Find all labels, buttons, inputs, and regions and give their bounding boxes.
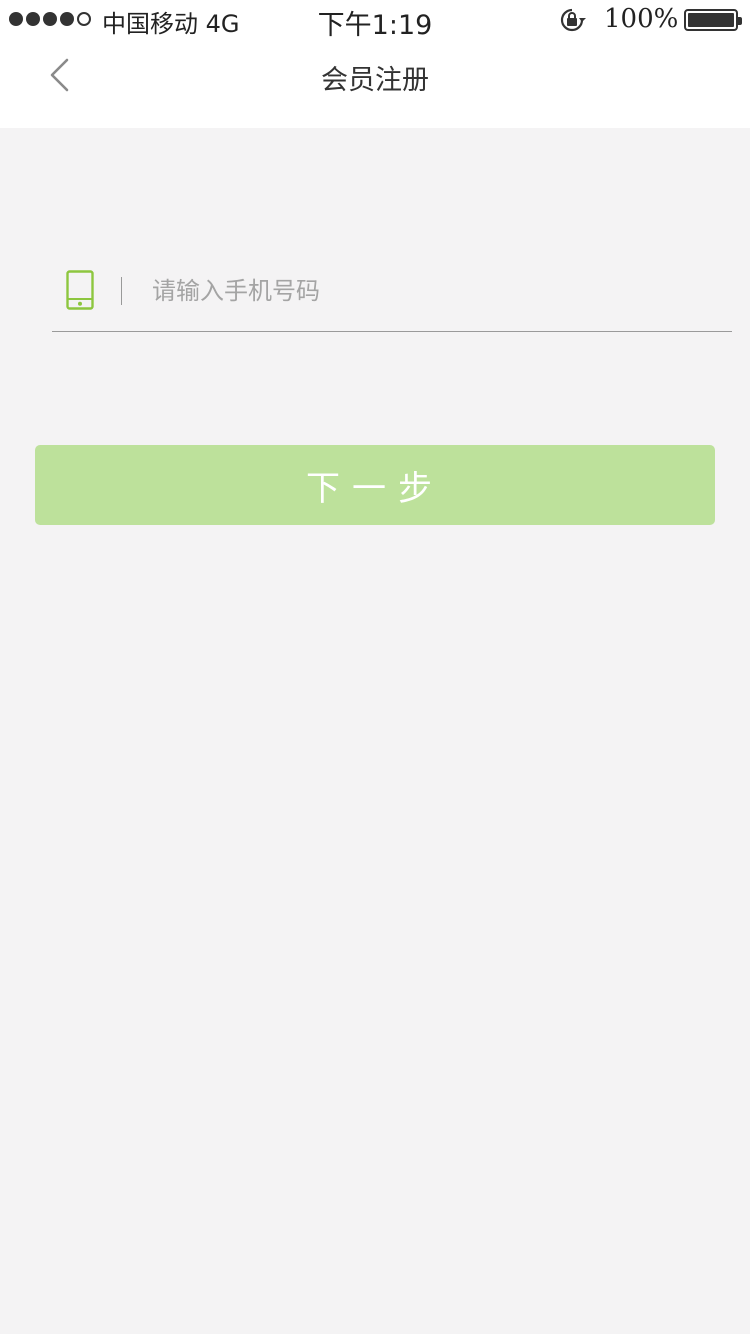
navigation-bar: 会员注册 bbox=[0, 40, 750, 128]
rotation-lock-icon bbox=[560, 8, 588, 36]
page-title: 会员注册 bbox=[321, 65, 429, 96]
mobile-phone-icon bbox=[66, 270, 96, 316]
input-divider bbox=[121, 277, 122, 305]
battery-percentage: 100% bbox=[604, 4, 679, 34]
status-bar: 中国移动 4G 下午1:19 100% bbox=[0, 0, 750, 41]
phone-input-row bbox=[52, 252, 732, 332]
battery-icon bbox=[684, 9, 742, 31]
phone-number-input[interactable] bbox=[152, 270, 712, 312]
next-step-button[interactable]: 下一步 bbox=[35, 445, 715, 525]
